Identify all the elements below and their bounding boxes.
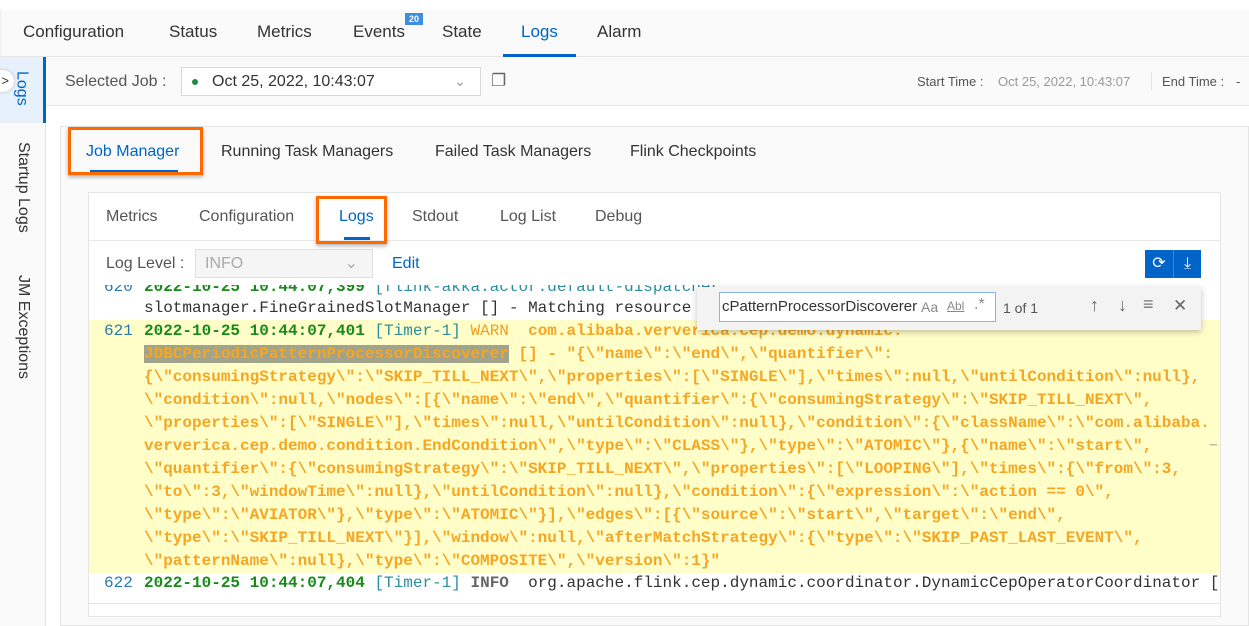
subtab-log-list[interactable]: Log List <box>500 193 556 241</box>
sidebar-item-startup-logs[interactable]: Startup Logs <box>0 142 46 252</box>
log-message: \"properties\":[\"SINGLE\"],\"times\":nu… <box>144 414 1210 432</box>
tab-state[interactable]: State <box>442 10 482 57</box>
log-message: {\"consumingStrategy\":\"SKIP_TILL_NEXT\… <box>144 368 1201 386</box>
log-message: \"patternName\":null},\"type\":\"COMPOSI… <box>144 552 721 570</box>
regex-icon[interactable]: .* <box>974 296 985 314</box>
start-time-value: Oct 25, 2022, 10:43:07 <box>998 74 1131 89</box>
log-timestamp: 2022-10-25 10:44:07,404 <box>144 574 365 592</box>
arrow-down-icon[interactable]: ↓ <box>1118 295 1127 316</box>
log-thread: [flink-akka.actor.default-dispatcher <box>374 285 721 296</box>
subtab-stdout[interactable]: Stdout <box>412 193 458 241</box>
log-timestamp: 2022-10-25 10:44:07,401 <box>144 322 365 340</box>
log-level-label: Log Level : <box>106 255 185 272</box>
tab-running-task-managers[interactable]: Running Task Managers <box>221 127 393 177</box>
sidebar-item-label: Logs <box>13 71 31 106</box>
log-continuation-line: \"properties\":[\"SINGLE\"],\"times\":nu… <box>89 412 1220 435</box>
sidebar-item-label: Startup Logs <box>15 142 32 233</box>
start-time-label: Start Time : <box>917 74 984 89</box>
log-thread: [Timer-1] <box>374 322 461 340</box>
log-continuation-line: ververica.cep.demo.condition.EndConditio… <box>89 435 1220 458</box>
subtab-metrics[interactable]: Metrics <box>106 193 158 241</box>
find-widget: cPatternProcessorDiscoverer Aa Abl .* 1 … <box>697 287 1201 330</box>
log-continuation-line: {\"consumingStrategy\":\"SKIP_TILL_NEXT\… <box>89 366 1220 389</box>
log-message: \"to\":3,\"windowTime\":null},\"untilCon… <box>144 483 1114 501</box>
line-number: 622 <box>104 574 133 592</box>
end-time-label: End Time : <box>1162 74 1225 89</box>
sidebar-item-label: JM Exceptions <box>15 275 32 380</box>
sidebar-item-jm-exceptions[interactable]: JM Exceptions <box>0 275 46 395</box>
tab-events[interactable]: Events <box>353 10 405 57</box>
log-message: \"type\":\"AVIATOR\"},\"type\":\"ATOMIC\… <box>144 506 1066 524</box>
log-message: [] - "{\"name\":\"end\",\"quantifier\": <box>508 345 893 363</box>
find-in-selection-icon[interactable]: ≡ <box>1143 294 1154 315</box>
log-message: \"quantifier\":{\"consumingStrategy\":\"… <box>144 460 1181 478</box>
close-icon[interactable]: ✕ <box>1173 296 1187 316</box>
top-tab-bar: Configuration Status Metrics Events 20 S… <box>0 10 1249 57</box>
subtab-debug[interactable]: Debug <box>595 193 642 241</box>
match-count: 1 of 1 <box>1003 300 1039 316</box>
selected-job-value: Oct 25, 2022, 10:43:07 <box>212 73 375 90</box>
log-viewer[interactable]: 620 2022-10-25 10:44:07,399 [flink-akka.a… <box>89 285 1220 610</box>
divider <box>1151 72 1152 90</box>
tab-logs[interactable]: Logs <box>503 10 576 57</box>
log-level-warn: WARN <box>470 322 509 340</box>
match-whole-word-icon[interactable]: Abl <box>947 299 964 313</box>
highlight-box <box>68 127 203 175</box>
refresh-icon: ⟳ <box>1152 255 1166 272</box>
download-icon: ⤓ <box>1183 255 1192 272</box>
edit-log-level-link[interactable]: Edit <box>392 255 420 273</box>
tab-configuration[interactable]: Configuration <box>23 10 124 57</box>
log-continuation-line: \"condition\":null,\"nodes\":[{\"name\":… <box>89 389 1220 412</box>
tab-status[interactable]: Status <box>169 10 217 57</box>
log-level-select[interactable]: INFO ⌄ <box>195 249 373 278</box>
log-message: org.apache.flink.cep.dynamic.coordinator… <box>528 574 1220 592</box>
log-entry-622: 622 2022-10-25 10:44:07,404 [Timer-1] INF… <box>89 572 1220 595</box>
left-sidebar: Logs Startup Logs JM Exceptions <box>0 57 46 626</box>
job-selector-row: Selected Job : Oct 25, 2022, 10:43:07 ⌄ … <box>46 57 1249 106</box>
log-message: slotmanager.FineGrainedSlotManager [] - … <box>144 299 721 317</box>
match-case-icon[interactable]: Aa <box>921 299 938 315</box>
line-number: 621 <box>104 322 133 340</box>
log-message: ververica.cep.demo.condition.EndConditio… <box>144 437 1153 455</box>
divider <box>89 603 1220 604</box>
subtab-configuration[interactable]: Configuration <box>199 193 294 241</box>
events-count-badge: 20 <box>405 13 424 25</box>
tab-metrics[interactable]: Metrics <box>257 10 312 57</box>
refresh-button[interactable]: ⟳ <box>1145 250 1173 278</box>
scroll-marker[interactable]: ─ <box>1210 440 1220 451</box>
log-continuation-line: \"patternName\":null},\"type\":\"COMPOSI… <box>89 550 1220 573</box>
log-level-value: INFO <box>205 255 244 272</box>
copy-icon[interactable]: ❐ <box>491 71 506 91</box>
log-message: \"condition\":null,\"nodes\":[{\"name\":… <box>144 391 1153 409</box>
status-dot-icon <box>192 79 198 85</box>
search-match: JDBCPeriodicPatternProcessorDiscoverer <box>144 345 509 363</box>
download-button[interactable]: ⤓ <box>1173 250 1201 278</box>
log-timestamp: 2022-10-25 10:44:07,399 <box>144 285 365 296</box>
end-time-value: - <box>1236 74 1241 89</box>
chevron-down-icon: ⌄ <box>344 255 358 272</box>
selected-job-select[interactable]: Oct 25, 2022, 10:43:07 ⌄ <box>181 67 481 96</box>
log-continuation-line: \"to\":3,\"windowTime\":null},\"untilCon… <box>89 481 1220 504</box>
log-thread: [Timer-1] <box>374 574 461 592</box>
log-continuation-line: \"quantifier\":{\"consumingStrategy\":\"… <box>89 458 1220 481</box>
tab-flink-checkpoints[interactable]: Flink Checkpoints <box>630 127 756 177</box>
log-continuation-line: \"type\":\"AVIATOR\"},\"type\":\"ATOMIC\… <box>89 504 1220 527</box>
highlight-box <box>316 196 387 244</box>
chevron-down-icon: ⌄ <box>454 73 466 89</box>
log-continuation-line: \"type\":\"SKIP_TILL_NEXT\"}],\"window\"… <box>89 527 1220 550</box>
arrow-up-icon[interactable]: ↑ <box>1090 295 1099 316</box>
selected-job-label: Selected Job : <box>65 73 167 90</box>
tab-failed-task-managers[interactable]: Failed Task Managers <box>435 127 591 177</box>
log-message: \"type\":\"SKIP_TILL_NEXT\"}],\"window\"… <box>144 529 1143 547</box>
tab-alarm[interactable]: Alarm <box>597 10 641 57</box>
log-level-info: INFO <box>470 574 509 592</box>
